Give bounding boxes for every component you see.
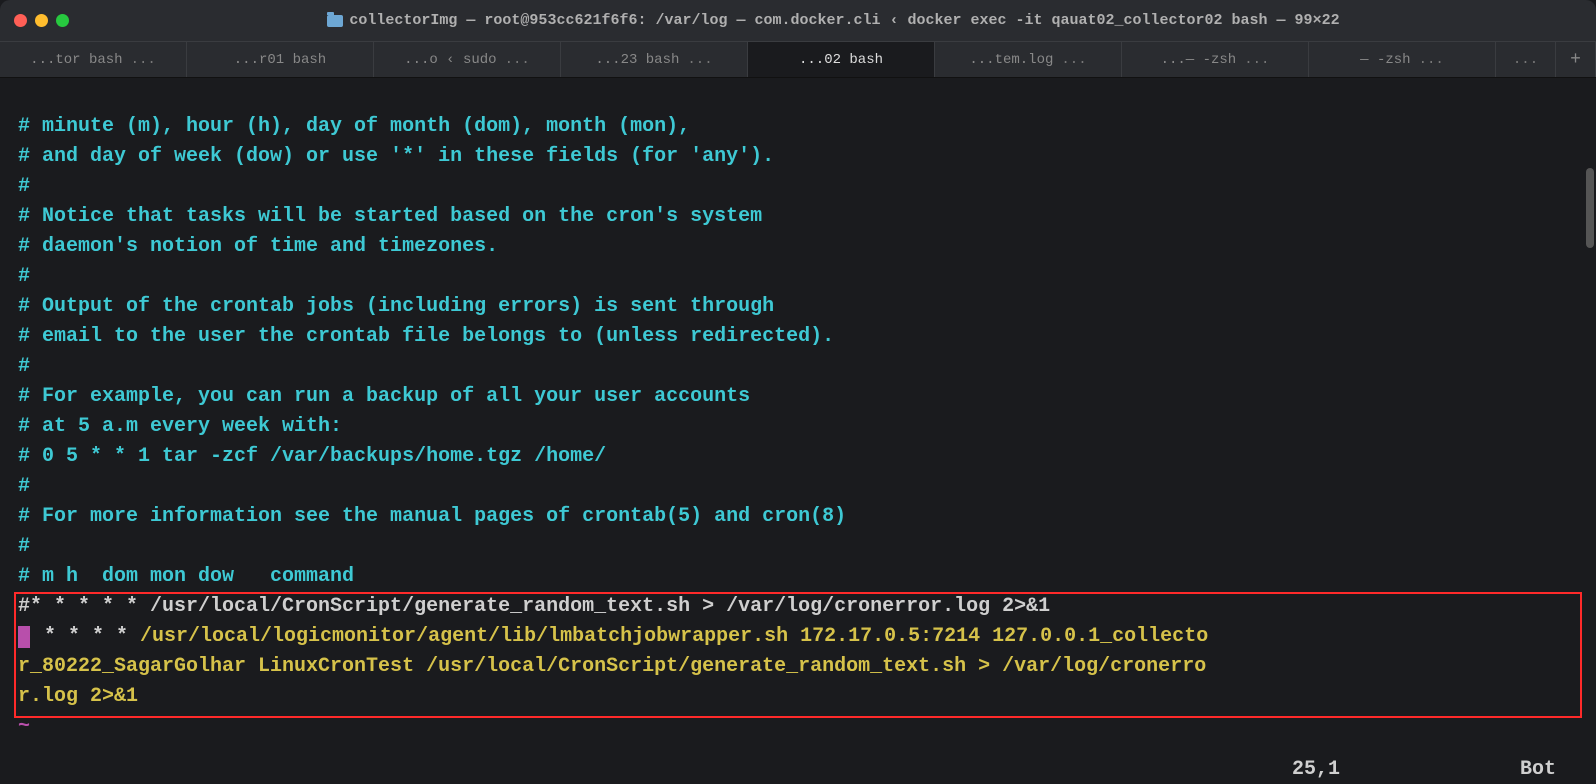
vim-statusbar: 25,1 Bot xyxy=(0,754,1596,784)
cron-command: r.log 2>&1 xyxy=(18,685,138,708)
new-tab-button[interactable]: + xyxy=(1556,42,1596,77)
cron-command: /usr/local/logicmonitor/agent/lib/lmbatc… xyxy=(128,625,1208,648)
terminal-body[interactable]: # minute (m), hour (h), day of month (do… xyxy=(0,78,1596,754)
minimize-icon[interactable] xyxy=(35,14,48,27)
cron-comment-line: # minute (m), hour (h), day of month (do… xyxy=(18,115,690,138)
tab-tem-log[interactable]: ...tem.log ... xyxy=(935,42,1122,77)
cron-comment-line: # xyxy=(18,535,30,558)
scrollbar[interactable] xyxy=(1586,168,1594,248)
cron-comment-line: # Notice that tasks will be started base… xyxy=(18,205,762,228)
tab-r01-bash[interactable]: ...r01 bash xyxy=(187,42,374,77)
tab-zsh-1[interactable]: ...— -zsh ... xyxy=(1122,42,1309,77)
cron-comment-line: # 0 5 * * 1 tar -zcf /var/backups/home.t… xyxy=(18,445,606,468)
tab-zsh-2[interactable]: — -zsh ... xyxy=(1309,42,1496,77)
cron-comment-line: # m h dom mon dow command xyxy=(18,565,354,588)
tab-overflow[interactable]: ... xyxy=(1496,42,1556,77)
cron-comment-line: # email to the user the crontab file bel… xyxy=(18,325,834,348)
cron-comment-line: # xyxy=(18,175,30,198)
cron-comment-line: # For more information see the manual pa… xyxy=(18,505,846,528)
window-title-text: collectorImg — root@953cc621f6f6: /var/l… xyxy=(349,12,1339,29)
close-icon[interactable] xyxy=(14,14,27,27)
commented-cron-job: #* * * * * /usr/local/CronScript/generat… xyxy=(18,595,1050,618)
tab-02-bash[interactable]: ...02 bash xyxy=(748,42,935,77)
titlebar[interactable]: collectorImg — root@953cc621f6f6: /var/l… xyxy=(0,0,1596,42)
cron-comment-line: # xyxy=(18,265,30,288)
maximize-icon[interactable] xyxy=(56,14,69,27)
traffic-lights xyxy=(14,14,69,27)
cron-comment-line: # daemon's notion of time and timezones. xyxy=(18,235,498,258)
tab-sudo[interactable]: ...o ‹ sudo ... xyxy=(374,42,561,77)
tab-23-bash[interactable]: ...23 bash ... xyxy=(561,42,748,77)
cursor-icon xyxy=(18,626,30,648)
folder-icon xyxy=(327,15,343,27)
window-title: collectorImg — root@953cc621f6f6: /var/l… xyxy=(85,12,1582,29)
cron-comment-line: # xyxy=(18,355,30,378)
cursor-position: 25,1 xyxy=(1292,758,1340,781)
cron-comment-line: # Output of the crontab jobs (including … xyxy=(18,295,774,318)
cron-comment-line: # For example, you can run a backup of a… xyxy=(18,385,750,408)
vim-tilde: ~ xyxy=(18,715,30,738)
cron-comment-line: # and day of week (dow) or use '*' in th… xyxy=(18,145,774,168)
terminal-window: collectorImg — root@953cc621f6f6: /var/l… xyxy=(0,0,1596,784)
tab-tor-bash[interactable]: ...tor bash ... xyxy=(0,42,187,77)
cron-command: r_80222_SagarGolhar LinuxCronTest /usr/l… xyxy=(18,655,1206,678)
cron-comment-line: # at 5 a.m every week with: xyxy=(18,415,342,438)
cron-comment-line: # xyxy=(18,475,30,498)
scroll-position: Bot xyxy=(1520,758,1556,781)
tabbar: ...tor bash ... ...r01 bash ...o ‹ sudo … xyxy=(0,42,1596,78)
cron-stars: * * * * xyxy=(32,625,128,648)
